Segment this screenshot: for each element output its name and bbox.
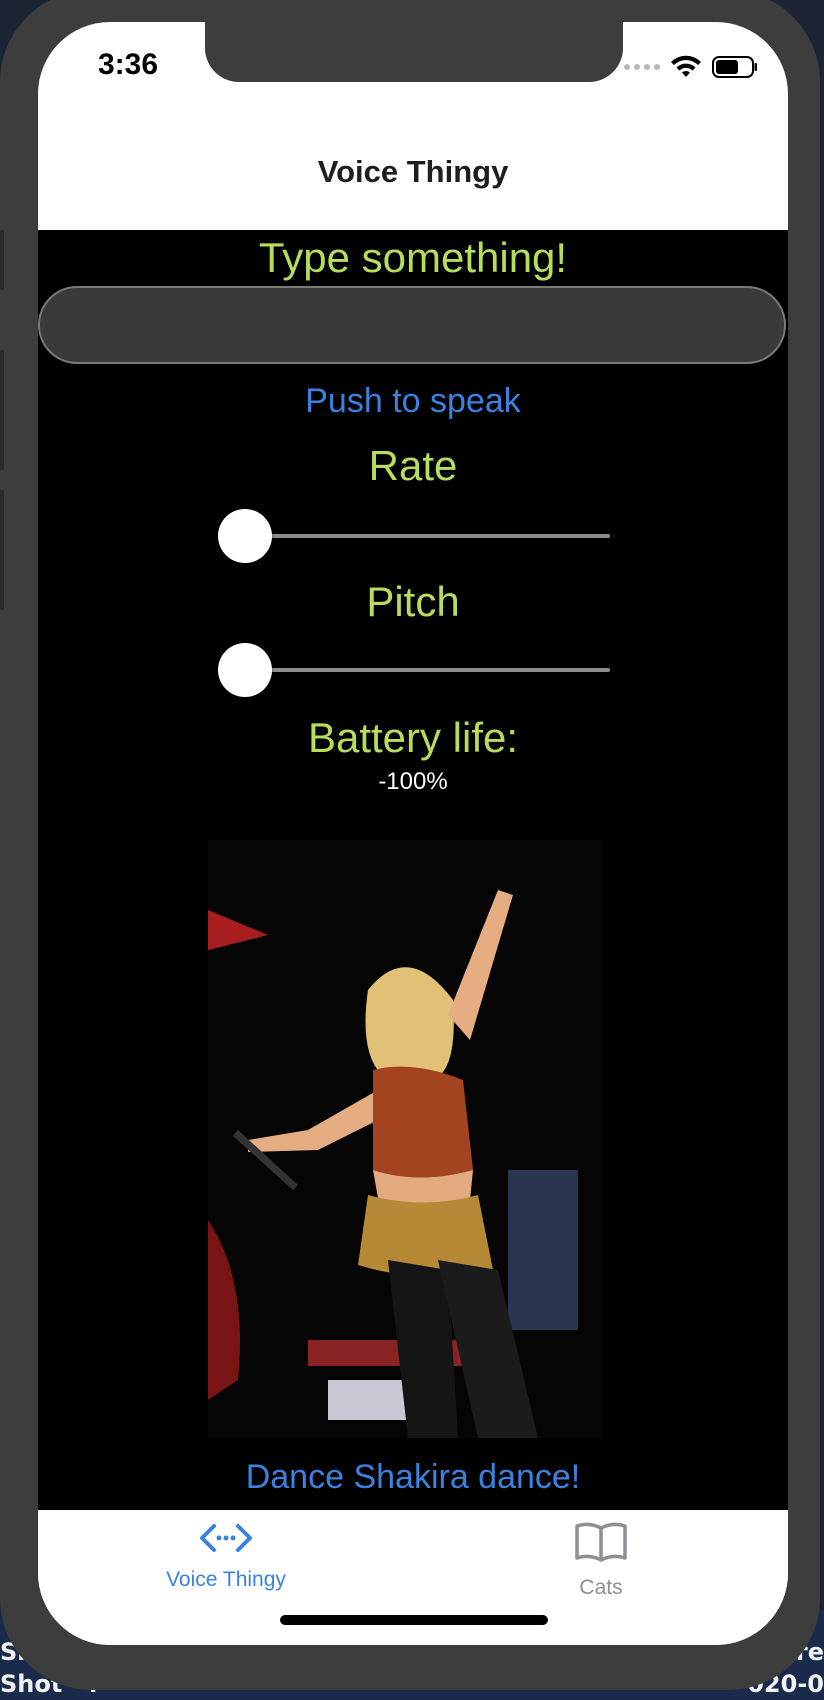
battery-life-value: -100% xyxy=(378,768,448,795)
signal-icon xyxy=(624,64,660,70)
type-something-label: Type something! xyxy=(258,234,568,281)
slider-thumb[interactable] xyxy=(218,509,272,563)
slider-thumb[interactable] xyxy=(218,643,272,697)
book-icon xyxy=(575,1522,627,1562)
code-arrows-icon xyxy=(200,1524,252,1552)
slider-track xyxy=(218,534,610,538)
dance-button[interactable]: Dance Shakira dance! xyxy=(38,1458,788,1497)
slider-track xyxy=(218,668,610,672)
tab-voice-thingy[interactable]: Voice Thingy xyxy=(126,1520,326,1592)
tab-label: Voice Thingy xyxy=(166,1568,286,1591)
navigation-bar: Voice Thingy xyxy=(38,114,788,230)
pitch-label: Pitch xyxy=(366,578,460,625)
tab-label: Cats xyxy=(579,1576,623,1599)
rate-label: Rate xyxy=(368,442,458,489)
wifi-icon xyxy=(671,55,701,77)
pitch-slider[interactable] xyxy=(218,640,610,700)
battery-icon xyxy=(712,56,757,78)
speech-text-input[interactable] xyxy=(38,286,786,364)
nav-title: Voice Thingy xyxy=(317,154,509,189)
volume-down-button xyxy=(0,490,4,610)
mute-switch xyxy=(0,230,4,290)
push-to-speak-button[interactable]: Push to speak xyxy=(38,382,788,421)
main-content: Type something! Push to speak Rate Pitch… xyxy=(38,230,788,1510)
status-icons xyxy=(624,52,758,82)
status-time: 3:36 xyxy=(98,48,159,81)
phone-screen: 3:36 Voice Thingy Type something! Push t… xyxy=(38,22,788,1645)
home-indicator xyxy=(280,1615,548,1625)
tab-cats[interactable]: Cats xyxy=(501,1520,701,1600)
battery-life-label: Battery life: xyxy=(307,714,519,761)
notch xyxy=(205,22,623,82)
dancer-photo xyxy=(208,840,602,1438)
phone-frame: 3:36 Voice Thingy Type something! Push t… xyxy=(0,0,820,1690)
rate-slider[interactable] xyxy=(218,506,610,566)
volume-up-button xyxy=(0,350,4,470)
